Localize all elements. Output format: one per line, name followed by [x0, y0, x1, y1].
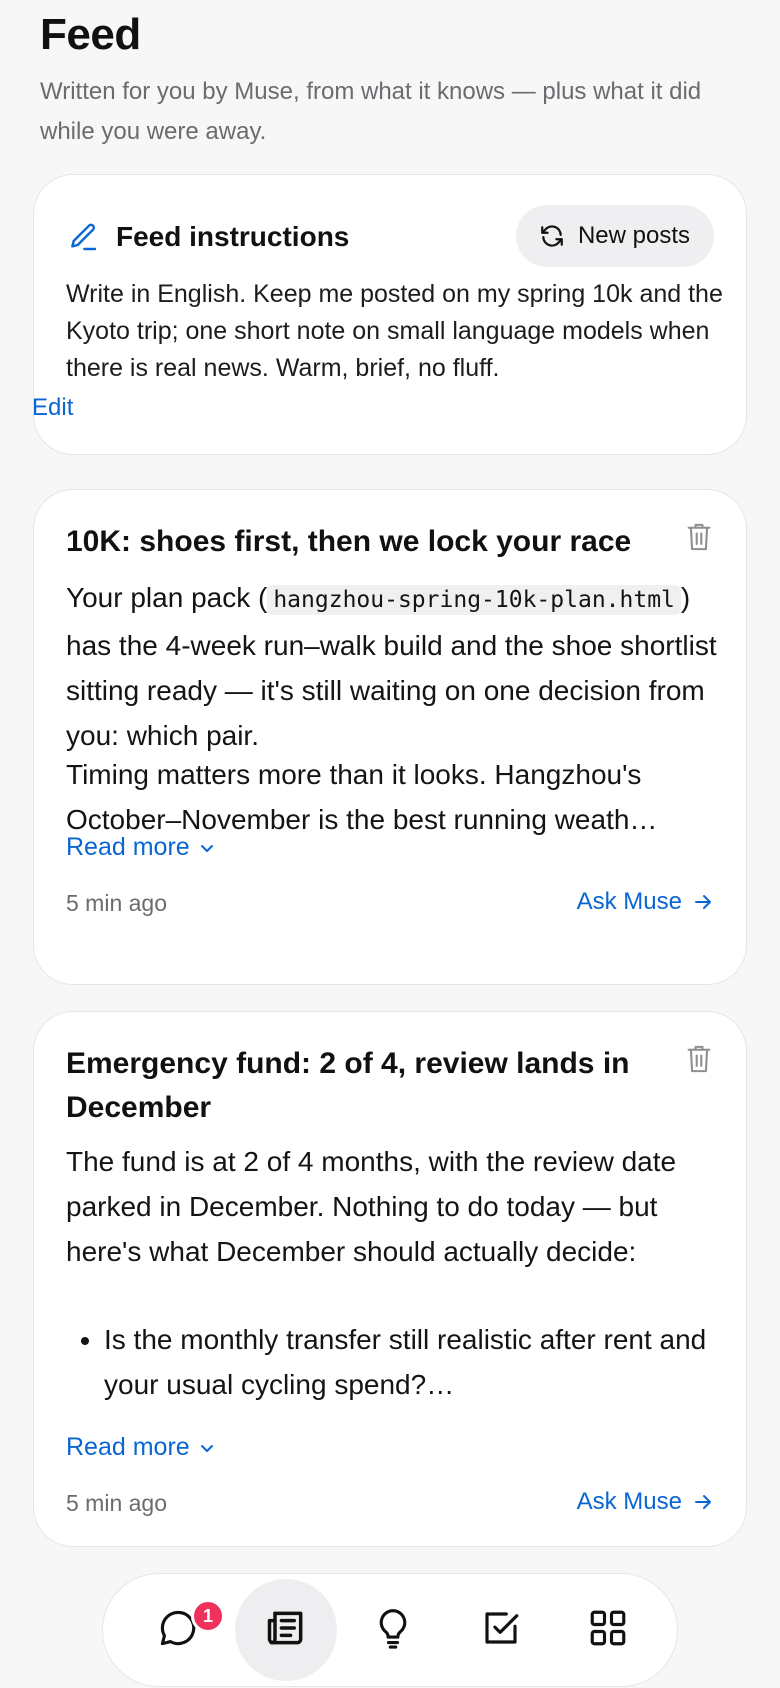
chevron-down-icon	[198, 1439, 216, 1457]
feed-page: Feed Written for you by Muse, from what …	[0, 0, 780, 1688]
post-title: 10K: shoes first, then we lock your race	[66, 525, 632, 558]
lightbulb-icon	[373, 1606, 413, 1655]
new-posts-button[interactable]: New posts	[515, 205, 714, 267]
file-name-code[interactable]: hangzhou-spring-10k-plan.html	[267, 585, 681, 615]
edit-instructions-link[interactable]: Edit	[32, 394, 73, 422]
post-paragraph: Your plan pack (hangzhou-spring-10k-plan…	[66, 575, 726, 758]
bottom-nav: 1	[102, 1573, 678, 1687]
feed-instructions-title: Feed instructions	[116, 221, 350, 252]
post-paragraph: The fund is at 2 of 4 months, with the r…	[66, 1146, 677, 1267]
ask-muse-label: Ask Muse	[576, 1488, 682, 1515]
read-more-label: Read more	[66, 1433, 190, 1461]
pencil-icon	[66, 220, 100, 254]
ask-muse-button[interactable]: Ask Muse	[577, 888, 714, 916]
page-title: Feed	[40, 10, 141, 59]
feed-instructions-text: Write in English. Keep me posted on my s…	[66, 280, 723, 382]
trash-icon[interactable]	[684, 1044, 714, 1074]
nav-item-chat[interactable]: 1	[127, 1579, 229, 1681]
read-more-button[interactable]: Read more	[66, 1433, 216, 1462]
tasks-icon	[480, 1607, 522, 1654]
nav-item-apps[interactable]	[557, 1579, 659, 1681]
nav-item-feed[interactable]	[234, 1579, 337, 1681]
ask-muse-label: Ask Muse	[576, 888, 682, 915]
ask-muse-button[interactable]: Ask Muse	[577, 1488, 714, 1516]
post-card: Emergency fund: 2 of 4, review lands in …	[33, 1011, 747, 1547]
post-card: 10K: shoes first, then we lock your race…	[33, 489, 747, 985]
read-more-button[interactable]: Read more	[66, 833, 216, 862]
chevron-down-icon	[198, 839, 216, 857]
nav-item-tasks[interactable]	[450, 1579, 552, 1681]
trash-icon[interactable]	[684, 522, 714, 552]
new-posts-label: New posts	[577, 222, 690, 249]
list-item: Is the monthly transfer still realistic …	[104, 1317, 726, 1407]
nav-item-ideas[interactable]	[342, 1579, 444, 1681]
post-timestamp: 5 min ago	[66, 1490, 168, 1516]
read-more-label: Read more	[66, 833, 190, 861]
arrow-right-icon	[692, 1491, 714, 1513]
feed-instructions-card: Feed instructions New posts Write in Eng…	[33, 174, 747, 455]
arrow-right-icon	[692, 891, 714, 913]
notification-badge: 1	[191, 1599, 225, 1633]
post-paragraph: Timing matters more than it looks. Hangz…	[66, 759, 658, 835]
apps-icon	[587, 1607, 629, 1654]
post-text: Your plan pack (	[66, 582, 268, 613]
post-bullet-list: Is the monthly transfer still realistic …	[66, 1317, 726, 1407]
post-title: Emergency fund: 2 of 4, review lands in …	[66, 1047, 630, 1124]
page-subtitle: Written for you by Muse, from what it kn…	[40, 78, 702, 145]
feed-icon	[264, 1606, 308, 1655]
post-timestamp: 5 min ago	[66, 890, 168, 916]
refresh-icon	[538, 222, 566, 250]
feed-instructions-header: Feed instructions New posts	[66, 205, 714, 269]
